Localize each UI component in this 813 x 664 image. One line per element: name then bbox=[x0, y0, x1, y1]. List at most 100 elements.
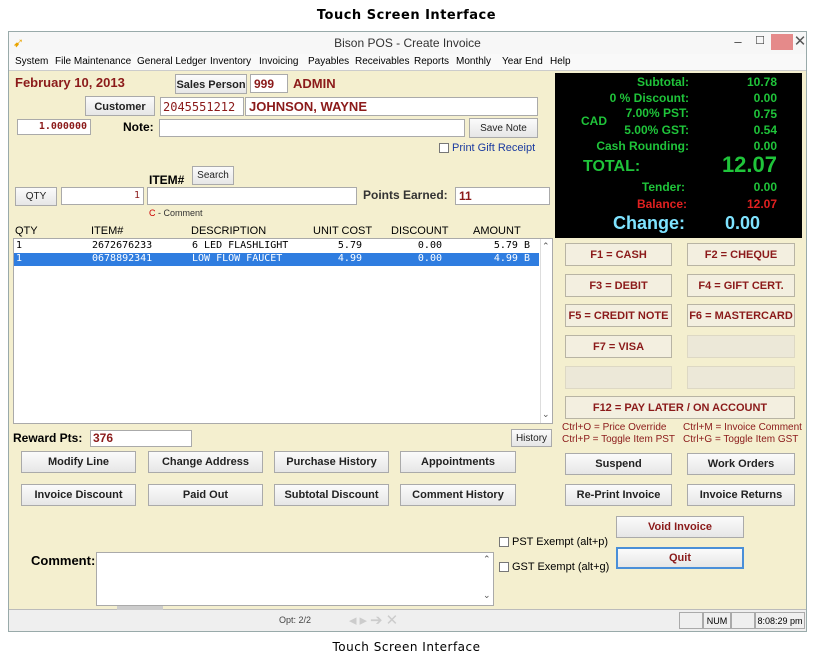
comment-scroll-down-icon[interactable]: ⌄ bbox=[483, 590, 491, 601]
shortcut-toggle-gst: Ctrl+G = Toggle Item GST bbox=[683, 434, 799, 445]
quit-button[interactable]: Quit bbox=[616, 547, 744, 569]
salesperson-id-field[interactable]: 999 bbox=[250, 74, 288, 93]
menu-payables[interactable]: Payables bbox=[308, 56, 349, 67]
f2-cheque-button[interactable]: F2 = CHEQUE bbox=[687, 243, 795, 266]
table-row[interactable]: 1 0678892341 LOW FLOW FAUCET 4.99 0.00 4… bbox=[14, 253, 539, 266]
scroll-up-icon[interactable]: ⌃ bbox=[542, 241, 550, 252]
items-scrollbar[interactable]: ⌃ ⌄ bbox=[540, 239, 552, 423]
history-button[interactable]: History bbox=[511, 429, 552, 447]
cash-rounding-label: Cash Rounding: bbox=[596, 139, 689, 153]
gst-value: 0.54 bbox=[753, 123, 777, 137]
maximize-icon[interactable]: ☐ bbox=[753, 34, 767, 50]
customer-button[interactable]: Customer bbox=[85, 96, 155, 116]
minimize-icon[interactable]: – bbox=[731, 34, 745, 50]
purchase-history-button[interactable]: Purchase History bbox=[274, 451, 389, 473]
balance-value: 12.07 bbox=[746, 197, 777, 211]
balance-label: Balance: bbox=[636, 197, 687, 211]
col-description: DESCRIPTION bbox=[191, 225, 267, 237]
subtotal-discount-button[interactable]: Subtotal Discount bbox=[274, 484, 389, 506]
exchange-rate-field[interactable]: 1.000000 bbox=[17, 119, 91, 135]
f1-cash-button[interactable]: F1 = CASH bbox=[565, 243, 672, 266]
f3-debit-button[interactable]: F3 = DEBIT bbox=[565, 274, 672, 297]
qty-input[interactable]: 1 bbox=[61, 187, 144, 205]
caption-top: Touch Screen Interface bbox=[316, 8, 497, 23]
f6-mastercard-button[interactable]: F6 = MASTERCARD bbox=[687, 304, 795, 327]
customer-name-field[interactable]: JOHNSON, WAYNE bbox=[245, 97, 538, 116]
row-discount: 0.00 bbox=[417, 253, 442, 264]
menu-inventory[interactable]: Inventory bbox=[210, 56, 251, 67]
f7-visa-button[interactable]: F7 = VISA bbox=[565, 335, 672, 358]
change-label: Change: bbox=[613, 213, 685, 233]
pos-window: ➹ Bison POS - Create Invoice – ☐ ✕ Syste… bbox=[8, 31, 807, 632]
gst-label: 5.00% GST: bbox=[624, 123, 689, 137]
menu-system[interactable]: System bbox=[15, 56, 48, 67]
points-earned-field: 11 bbox=[455, 187, 550, 205]
invoice-date: February 10, 2013 bbox=[15, 75, 125, 90]
window-title: Bison POS - Create Invoice bbox=[334, 36, 481, 50]
pst-label: 7.00% PST: bbox=[625, 106, 689, 120]
suspend-button[interactable]: Suspend bbox=[565, 453, 672, 475]
menu-help[interactable]: Help bbox=[550, 56, 571, 67]
discount-value: 0.00 bbox=[753, 91, 777, 105]
col-amount: AMOUNT bbox=[473, 225, 521, 237]
comment-scroll-up-icon[interactable]: ⌃ bbox=[483, 554, 491, 565]
row-qty: 1 bbox=[16, 253, 23, 264]
modify-line-button[interactable]: Modify Line bbox=[21, 451, 136, 473]
status-clock: 8:08:29 pm bbox=[755, 612, 805, 629]
menu-file-maintenance[interactable]: File Maintenance bbox=[55, 56, 131, 67]
search-button[interactable]: Search bbox=[192, 166, 234, 185]
menu-invoicing[interactable]: Invoicing bbox=[259, 56, 298, 67]
items-list[interactable]: 1 2672676233 6 LED FLASHLIGHT 5.79 0.00 … bbox=[13, 238, 553, 424]
qty-button[interactable]: QTY bbox=[15, 187, 57, 206]
paid-out-button[interactable]: Paid Out bbox=[148, 484, 263, 506]
points-earned-label: Points Earned: bbox=[363, 188, 448, 202]
f5-credit-note-button[interactable]: F5 = CREDIT NOTE bbox=[565, 304, 672, 327]
gst-exempt-checkbox[interactable] bbox=[499, 562, 509, 572]
pst-exempt-checkbox[interactable] bbox=[499, 537, 509, 547]
change-address-button[interactable]: Change Address bbox=[148, 451, 263, 473]
tender-value: 0.00 bbox=[753, 180, 777, 194]
invoice-returns-button[interactable]: Invoice Returns bbox=[687, 484, 795, 506]
menu-monthly[interactable]: Monthly bbox=[456, 56, 491, 67]
caption-bottom: Touch Screen Interface bbox=[332, 640, 481, 654]
gst-exempt-label: GST Exempt (alt+g) bbox=[512, 561, 610, 573]
item-input[interactable] bbox=[147, 187, 357, 205]
f4-gift-cert-button[interactable]: F4 = GIFT CERT. bbox=[687, 274, 795, 297]
note-input[interactable] bbox=[159, 119, 465, 137]
tender-label: Tender: bbox=[641, 180, 685, 194]
menu-reports[interactable]: Reports bbox=[414, 56, 449, 67]
row-item: 0678892341 bbox=[92, 253, 153, 264]
discount-label: 0 % Discount: bbox=[609, 91, 689, 105]
row-description: 6 LED FLASHLIGHT bbox=[192, 240, 289, 251]
comment-textarea[interactable] bbox=[96, 552, 494, 606]
sales-person-button[interactable]: Sales Person bbox=[175, 74, 247, 94]
row-description: LOW FLOW FAUCET bbox=[192, 253, 283, 264]
status-cell bbox=[731, 612, 755, 629]
appointments-button[interactable]: Appointments bbox=[400, 451, 516, 473]
empty-key-slot bbox=[687, 366, 795, 389]
invoice-discount-button[interactable]: Invoice Discount bbox=[21, 484, 136, 506]
menu-general-ledger[interactable]: General Ledger bbox=[137, 56, 207, 67]
reward-points-field: 376 bbox=[90, 430, 192, 447]
void-invoice-button[interactable]: Void Invoice bbox=[616, 516, 744, 538]
row-amount: 5.79 B bbox=[493, 240, 530, 251]
scroll-down-icon[interactable]: ⌄ bbox=[542, 409, 550, 420]
comment-hint: C - Comment bbox=[149, 208, 203, 218]
row-unit-cost: 5.79 bbox=[337, 240, 362, 251]
save-note-button[interactable]: Save Note bbox=[469, 118, 538, 138]
comment-history-button[interactable]: Comment History bbox=[400, 484, 516, 506]
close-icon[interactable]: ✕ bbox=[793, 32, 807, 50]
status-option: Opt: 2/2 bbox=[279, 615, 312, 625]
shortcut-invoice-comment: Ctrl+M = Invoice Comment bbox=[683, 422, 802, 433]
menu-year-end[interactable]: Year End bbox=[502, 56, 543, 67]
reprint-invoice-button[interactable]: Re-Print Invoice bbox=[565, 484, 672, 506]
table-row[interactable]: 1 2672676233 6 LED FLASHLIGHT 5.79 0.00 … bbox=[14, 240, 539, 253]
items-table-header: QTY ITEM# DESCRIPTION UNIT COST DISCOUNT… bbox=[15, 225, 555, 238]
work-orders-button[interactable]: Work Orders bbox=[687, 453, 795, 475]
print-gift-receipt-checkbox[interactable] bbox=[439, 143, 449, 153]
f12-pay-later-button[interactable]: F12 = PAY LATER / ON ACCOUNT bbox=[565, 396, 795, 419]
customer-phone-field[interactable]: 2045551212 bbox=[160, 97, 244, 116]
close-button-bg[interactable] bbox=[771, 34, 793, 50]
menu-receivables[interactable]: Receivables bbox=[355, 56, 409, 67]
col-item: ITEM# bbox=[91, 225, 124, 237]
